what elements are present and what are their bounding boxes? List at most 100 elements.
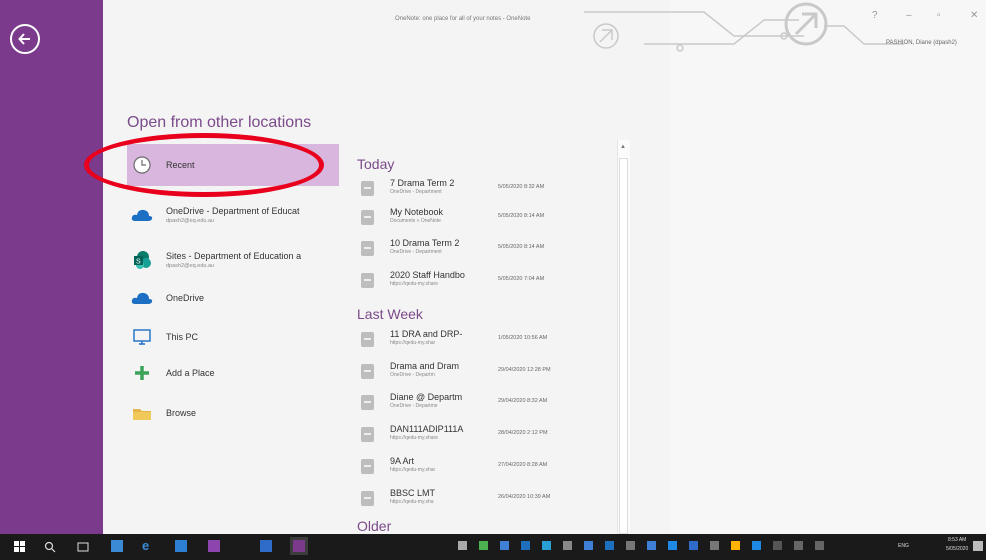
preview-pane [670,0,986,534]
help-button[interactable]: ? [872,10,878,21]
tray-icon-5[interactable] [542,541,551,550]
tray-icon-17[interactable] [794,541,803,550]
tray-icon-13[interactable] [710,541,719,550]
file-name: DAN111ADIP111A [390,424,464,434]
notebook-icon [361,210,374,225]
plus-icon [130,361,154,385]
tray-icon-14[interactable] [731,541,740,550]
notifications-icon[interactable] [973,541,983,551]
notebook-icon [361,273,374,288]
file-name: 11 DRA and DRP- [390,329,463,339]
tray-icon-18[interactable] [815,541,824,550]
search-icon[interactable] [44,540,56,553]
recent-file-item[interactable]: 2020 Staff Handbo https://qedu-my.share 5… [361,270,601,292]
file-path: OneDrive - Department [390,249,442,255]
clock-date[interactable]: 5/05/2020 [946,546,968,552]
file-path: Documents » OneNote [390,218,441,224]
tray-icon-8[interactable] [605,541,614,550]
outlook-icon[interactable] [260,540,272,552]
recent-file-item[interactable]: 9A Art https://qedu-my.shar 27/04/2020 8:… [361,456,601,478]
tray-icon-15[interactable] [752,541,761,550]
group-heading-older: Older [357,518,392,534]
file-name: My Notebook [390,207,444,217]
file-date: 1/05/2020 10:56 AM [498,335,548,341]
file-path: OneDrive - Departm [390,372,435,378]
location-sites-dept[interactable]: S Sites - Department of Education a dpas… [127,245,339,275]
tray-icon-9[interactable] [626,541,635,550]
notebook-icon [361,332,374,347]
tray-icon-16[interactable] [773,541,782,550]
restore-button[interactable]: ▫ [937,10,941,21]
monitor-icon [130,325,154,349]
location-onedrive[interactable]: OneDrive [127,286,339,310]
location-name: Add a Place [166,368,215,378]
file-path: https://qedu-my.sha [390,499,434,505]
recent-file-item[interactable]: My Notebook Documents » OneNote 5/05/2020… [361,207,601,229]
store-icon[interactable] [111,540,123,552]
file-date: 29/04/2020 8:32 AM [498,398,548,404]
edge-icon[interactable]: e [142,539,154,552]
file-name: Diane @ Departm [390,392,463,402]
location-add-place[interactable]: Add a Place [127,361,339,385]
recent-file-item[interactable]: 7 Drama Term 2 OneDrive - Department 5/05… [361,178,601,200]
task-view-icon[interactable] [77,540,89,552]
file-path: OneDrive - Department [390,189,442,195]
minimize-button[interactable]: – [906,10,912,21]
tray-icon-6[interactable] [563,541,572,550]
sharepoint-sites-icon: S [130,248,154,272]
folder-icon [130,401,154,425]
file-date: 5/05/2020 8:32 AM [498,184,545,190]
recent-file-item[interactable]: 10 Drama Term 2 OneDrive - Department 5/0… [361,238,601,260]
tray-icon-3[interactable] [500,541,509,550]
file-name: 10 Drama Term 2 [390,238,460,248]
windows-start-icon[interactable] [14,540,26,552]
tray-icon-10[interactable] [647,541,656,550]
file-path: https://qedu-my.shar [390,340,436,346]
recent-file-item[interactable]: DAN111ADIP111A https://qedu-my.share 28/0… [361,424,601,446]
location-this-pc[interactable]: This PC [127,325,339,349]
svg-text:S: S [136,259,141,266]
back-arrow-icon[interactable] [10,24,40,54]
scrollbar-thumb[interactable] [619,158,628,534]
tray-icon-12[interactable] [689,541,698,550]
close-button[interactable]: ✕ [970,10,978,21]
notebook-icon [361,395,374,410]
title-circuit-decoration [584,2,904,52]
location-browse[interactable]: Browse [127,401,339,425]
tray-icon-2[interactable] [479,541,488,550]
recent-file-item[interactable]: Diane @ Departm OneDrive - Departme 29/04… [361,392,601,414]
section-heading: Open from other locations [127,114,312,131]
people-icon[interactable] [175,540,187,552]
location-onedrive-dept[interactable]: OneDrive - Department of Educat dpash2@e… [127,200,339,230]
notebook-icon [361,459,374,474]
onedrive-cloud-icon [130,286,154,310]
tray-icon-7[interactable] [584,541,593,550]
recent-file-item[interactable]: Drama and Dram OneDrive - Departm 29/04/2… [361,361,601,383]
onenote-active-icon[interactable] [290,537,308,555]
user-account-name[interactable]: PASHION, Diane (dpash2) [886,40,957,46]
annotation-red-circle [84,133,324,197]
scroll-up-arrow-icon[interactable]: ▲ [618,144,628,154]
file-name: BBSC LMT [390,488,436,498]
file-date: 28/04/2020 2:12 PM [498,430,548,436]
recent-file-item[interactable]: 11 DRA and DRP-https://qedu-my.shar 1/05… [361,329,601,351]
file-name: 2020 Staff Handbo [390,270,465,280]
notebook-icon [361,364,374,379]
file-path: https://qedu-my.share [390,281,438,287]
location-name: OneDrive - Department of Educat [166,206,300,216]
recent-file-item[interactable]: BBSC LMT https://qedu-my.sha 26/04/2020 1… [361,488,601,510]
location-name: OneDrive [166,293,205,303]
notebook-icon [361,181,374,196]
file-date: 5/05/2020 8:14 AM [498,213,545,219]
tray-icon-11[interactable] [668,541,677,550]
group-heading-last-week: Last Week [357,306,423,322]
onenote-icon[interactable] [208,540,220,552]
file-date: 5/05/2020 7:04 AM [498,276,545,282]
tray-icon-4[interactable] [521,541,530,550]
location-account: dpash2@eq.edu.au [166,218,215,224]
file-date: 27/04/2020 8:28 AM [498,462,548,468]
group-heading-today: Today [357,156,395,172]
tray-icon-1[interactable] [458,541,467,550]
clock-time[interactable]: 8:53 AM [948,537,966,543]
language-indicator[interactable]: ENG [898,543,909,549]
